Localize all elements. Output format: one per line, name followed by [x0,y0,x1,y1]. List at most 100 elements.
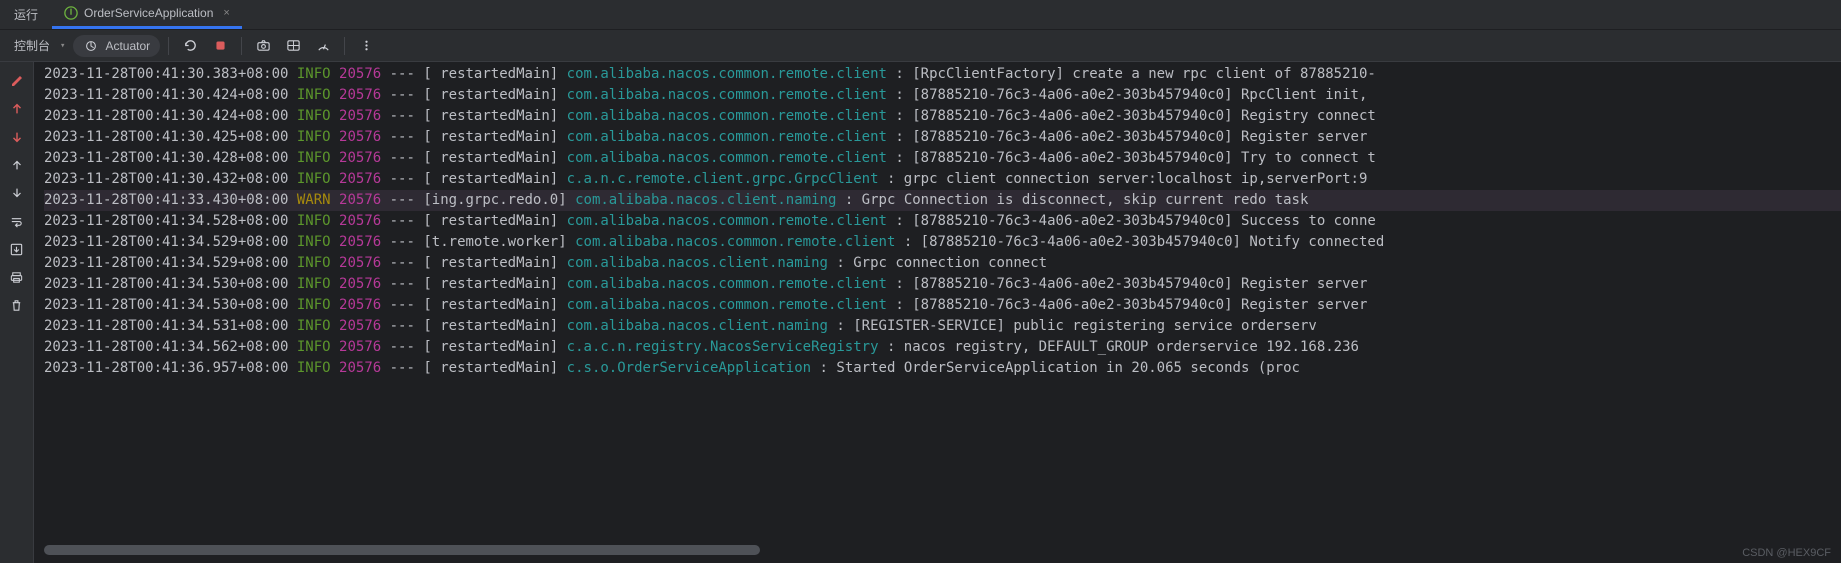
layout-button[interactable] [280,33,306,59]
log-separator: --- [390,360,415,376]
log-message: : [87885210-76c3-4a06-a0e2-303b457940c0]… [895,129,1367,145]
chevron-down-icon[interactable]: ▾ [60,41,69,51]
log-level: INFO [297,87,331,103]
console-toolbar: 控制台 ▾ Actuator [0,30,1841,62]
log-logger: com.alibaba.nacos.common.remote.client [567,276,896,292]
log-line: 2023-11-28T00:41:36.957+08:00 INFO 20576… [44,358,1841,379]
application-tab[interactable]: OrderServiceApplication × [52,0,242,29]
log-pid: 20576 [339,255,381,271]
log-message: : [87885210-76c3-4a06-a0e2-303b457940c0]… [895,87,1367,103]
scrollbar-thumb[interactable] [44,545,760,555]
log-line: 2023-11-28T00:41:30.425+08:00 INFO 20576… [44,127,1841,148]
log-level: INFO [297,318,331,334]
log-pid: 20576 [339,192,381,208]
log-separator: --- [390,339,415,355]
log-line: 2023-11-28T00:41:34.530+08:00 INFO 20576… [44,274,1841,295]
log-pid: 20576 [339,297,381,313]
trash-button[interactable] [4,292,30,318]
log-line: 2023-11-28T00:41:30.424+08:00 INFO 20576… [44,85,1841,106]
log-separator: --- [390,108,415,124]
log-timestamp: 2023-11-28T00:41:33.430+08:00 [44,192,288,208]
log-thread: [ restartedMain] [423,318,558,334]
log-logger: com.alibaba.nacos.common.remote.client [567,108,896,124]
log-timestamp: 2023-11-28T00:41:30.424+08:00 [44,108,288,124]
log-message: : [87885210-76c3-4a06-a0e2-303b457940c0]… [895,108,1375,124]
log-timestamp: 2023-11-28T00:41:30.425+08:00 [44,129,288,145]
log-level: INFO [297,129,331,145]
close-icon[interactable]: × [223,7,229,19]
log-pid: 20576 [339,318,381,334]
log-timestamp: 2023-11-28T00:41:34.529+08:00 [44,234,288,250]
log-pid: 20576 [339,276,381,292]
performance-button[interactable] [310,33,336,59]
log-message: : [RpcClientFactory] create a new rpc cl… [895,66,1375,82]
log-separator: --- [390,297,415,313]
watermark: CSDN @HEX9CF [1742,547,1831,559]
log-message: : [REGISTER-SERVICE] public registering … [836,318,1316,334]
log-message: : grpc client connection server:localhos… [887,171,1367,187]
scroll-top-button[interactable] [4,152,30,178]
application-tab-label: OrderServiceApplication [84,6,213,20]
log-pid: 20576 [339,234,381,250]
log-timestamp: 2023-11-28T00:41:34.562+08:00 [44,339,288,355]
log-logger: com.alibaba.nacos.common.remote.client [567,66,896,82]
log-separator: --- [390,129,415,145]
log-logger: com.alibaba.nacos.common.remote.client [567,87,896,103]
console-output[interactable]: 2023-11-28T00:41:30.383+08:00 INFO 20576… [34,62,1841,563]
log-pid: 20576 [339,213,381,229]
edit-button[interactable] [4,68,30,94]
log-pid: 20576 [339,360,381,376]
print-button[interactable] [4,264,30,290]
log-level: WARN [297,192,331,208]
log-thread: [ restartedMain] [423,108,558,124]
log-message: : [87885210-76c3-4a06-a0e2-303b457940c0]… [895,213,1375,229]
log-separator: --- [390,234,415,250]
soft-wrap-button[interactable] [4,208,30,234]
horizontal-scrollbar[interactable] [44,545,1833,555]
log-logger: com.alibaba.nacos.common.remote.client [567,150,896,166]
log-pid: 20576 [339,171,381,187]
log-separator: --- [390,150,415,166]
log-line: 2023-11-28T00:41:34.531+08:00 INFO 20576… [44,316,1841,337]
log-thread: [ restartedMain] [423,360,558,376]
log-message: : [87885210-76c3-4a06-a0e2-303b457940c0]… [895,297,1367,313]
log-thread: [ restartedMain] [423,276,558,292]
run-tab[interactable]: 运行 [0,0,52,29]
down-arrow-button[interactable] [4,124,30,150]
log-logger: com.alibaba.nacos.client.naming [575,192,845,208]
log-logger: com.alibaba.nacos.common.remote.client [567,213,896,229]
log-thread: [ restartedMain] [423,297,558,313]
log-line: 2023-11-28T00:41:30.383+08:00 INFO 20576… [44,64,1841,85]
log-line: 2023-11-28T00:41:34.528+08:00 INFO 20576… [44,211,1841,232]
more-button[interactable] [353,33,379,59]
log-logger: com.alibaba.nacos.common.remote.client [575,234,904,250]
scroll-bottom-button[interactable] [4,180,30,206]
log-level: INFO [297,276,331,292]
rerun-button[interactable] [177,33,203,59]
run-tabbar: 运行 OrderServiceApplication × [0,0,1841,30]
log-thread: [ restartedMain] [423,171,558,187]
log-thread: [ restartedMain] [423,213,558,229]
log-logger: com.alibaba.nacos.common.remote.client [567,129,896,145]
content-area: 2023-11-28T00:41:30.383+08:00 INFO 20576… [0,62,1841,563]
actuator-pill[interactable]: Actuator [73,35,160,57]
log-message: : Grpc Connection is disconnect, skip cu… [845,192,1309,208]
log-separator: --- [390,66,415,82]
separator [168,37,169,55]
console-tab[interactable]: 控制台 [8,37,56,54]
log-message: : Started OrderServiceApplication in 20.… [820,360,1300,376]
actuator-icon [83,38,99,54]
log-line: 2023-11-28T00:41:34.529+08:00 INFO 20576… [44,253,1841,274]
log-line: 2023-11-28T00:41:34.562+08:00 INFO 20576… [44,337,1841,358]
log-pid: 20576 [339,87,381,103]
log-line: 2023-11-28T00:41:30.424+08:00 INFO 20576… [44,106,1841,127]
stop-button[interactable] [207,33,233,59]
actuator-label: Actuator [105,39,150,53]
scroll-to-end-button[interactable] [4,236,30,262]
log-thread: [ restartedMain] [423,150,558,166]
log-separator: --- [390,171,415,187]
log-thread: [ing.grpc.redo.0] [423,192,566,208]
log-separator: --- [390,255,415,271]
up-arrow-button[interactable] [4,96,30,122]
screenshot-button[interactable] [250,33,276,59]
